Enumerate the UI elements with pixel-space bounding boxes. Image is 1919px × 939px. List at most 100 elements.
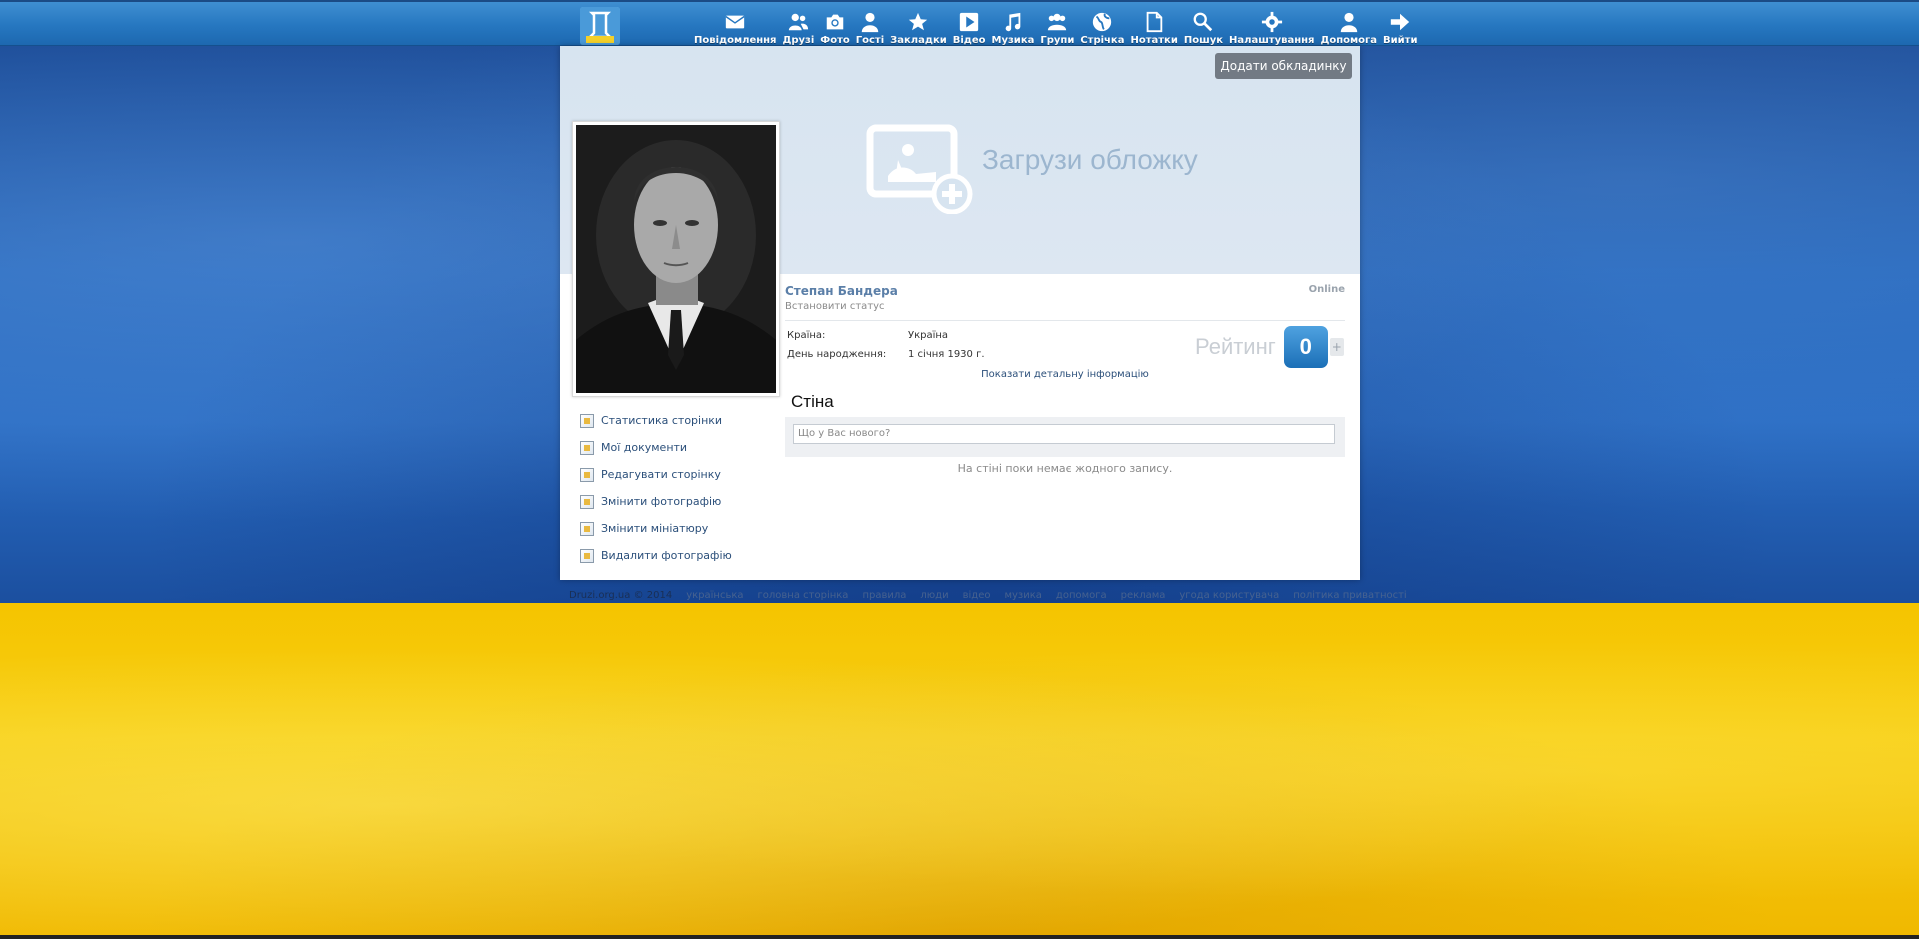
footer-copyright: Druzi.org.ua © 2014: [569, 590, 673, 601]
rating-value-badge[interactable]: 0: [1283, 326, 1328, 368]
divider: [785, 320, 1345, 321]
wall-post-box: Що у Вас нового?: [785, 417, 1345, 457]
nav-bookmarks[interactable]: Закладки: [890, 6, 947, 46]
footer-link-people[interactable]: люди: [920, 590, 948, 601]
search-icon: [1191, 10, 1215, 34]
footer-link-terms[interactable]: угода користувача: [1179, 590, 1279, 601]
wall-post-input[interactable]: Що у Вас нового?: [793, 424, 1335, 444]
profile-photo-frame[interactable]: [572, 121, 780, 397]
nav-messages[interactable]: Повідомлення: [694, 6, 776, 46]
edit-icon: [580, 467, 594, 482]
footer-link-language[interactable]: українська: [686, 590, 743, 601]
image-upload-icon[interactable]: [866, 124, 976, 214]
music-icon: [1001, 10, 1025, 34]
side-item-change-photo[interactable]: Змінити фотографію: [580, 488, 770, 515]
profile-side-menu: Статистика сторінки Мої документи Редагу…: [580, 407, 770, 569]
nav-music[interactable]: Музика: [991, 6, 1035, 46]
camera-icon: [823, 10, 847, 34]
nav-friends-label: Друзі: [782, 35, 815, 46]
side-item-change-thumbnail[interactable]: Змінити мініатюру: [580, 515, 770, 542]
country-label: Країна:: [787, 330, 826, 341]
side-item-edit-page[interactable]: Редагувати сторінку: [580, 461, 770, 488]
change-photo-icon: [580, 494, 594, 509]
nav-logout-label: Вийти: [1383, 35, 1418, 46]
help-icon: [1337, 10, 1361, 34]
wall-empty-message: На стіні поки немає жодного запису.: [957, 462, 1173, 475]
groups-icon: [1045, 10, 1069, 34]
side-item-label: Редагувати сторінку: [601, 468, 721, 481]
birthday-label: День народження:: [787, 349, 887, 360]
play-icon: [957, 10, 981, 34]
nav-groups[interactable]: Групи: [1040, 6, 1074, 46]
nav-feed-label: Стрічка: [1080, 35, 1125, 46]
info-row-birthday: День народження: 1 січня 1930 г.: [787, 349, 985, 368]
profile-photo[interactable]: [576, 125, 776, 393]
guest-icon: [858, 10, 882, 34]
side-item-label: Видалити фотографію: [601, 549, 732, 562]
nav-photos[interactable]: Фото: [820, 6, 850, 46]
arrow-right-icon: [1388, 10, 1412, 34]
nav-search-label: Пошук: [1183, 35, 1223, 46]
note-icon: [1142, 10, 1166, 34]
wall-title: Стіна: [791, 392, 834, 411]
profile-name[interactable]: Степан Бандера: [785, 284, 898, 298]
rating-label: Рейтинг: [1195, 334, 1276, 359]
nav-notes-label: Нотатки: [1130, 35, 1178, 46]
side-item-delete-photo[interactable]: Видалити фотографію: [580, 542, 770, 569]
footer-link-ads[interactable]: реклама: [1121, 590, 1166, 601]
main-nav: Повідомлення Друзі Фото Гості Закладки В…: [694, 6, 1423, 46]
footer-link-rules[interactable]: правила: [862, 590, 906, 601]
footer-link-video[interactable]: відео: [963, 590, 991, 601]
footer-link-music[interactable]: музика: [1004, 590, 1041, 601]
nav-settings-label: Налаштування: [1229, 35, 1315, 46]
nav-guests-label: Гості: [855, 35, 885, 46]
set-status-link[interactable]: Встановити статус: [785, 301, 885, 312]
logo-icon: [580, 7, 620, 45]
document-icon: [580, 440, 594, 455]
rating-widget: Рейтинг 0 +: [1195, 326, 1344, 368]
gear-icon: [1260, 10, 1284, 34]
nav-search[interactable]: Пошук: [1184, 6, 1223, 46]
site-logo[interactable]: [580, 7, 620, 45]
birthday-value[interactable]: 1 січня 1930 г.: [908, 349, 985, 368]
online-indicator: Online: [1308, 284, 1345, 295]
nav-bookmarks-label: Закладки: [890, 35, 947, 46]
info-row-country: Країна: Україна: [787, 330, 985, 349]
nav-video[interactable]: Відео: [953, 6, 986, 46]
footer-link-privacy[interactable]: політика приватності: [1293, 590, 1407, 601]
side-item-label: Мої документи: [601, 441, 688, 454]
nav-notes[interactable]: Нотатки: [1130, 6, 1178, 46]
nav-help[interactable]: Допомога: [1320, 6, 1377, 46]
side-item-label: Змінити фотографію: [601, 495, 722, 508]
nav-video-label: Відео: [952, 35, 986, 46]
nav-help-label: Допомога: [1320, 35, 1378, 46]
add-cover-button[interactable]: Додати обкладинку: [1215, 53, 1352, 79]
nav-guests[interactable]: Гості: [856, 6, 884, 46]
side-item-page-stats[interactable]: Статистика сторінки: [580, 407, 770, 434]
side-item-label: Змінити мініатюру: [601, 522, 709, 535]
profile-info-table: Країна: Україна День народження: 1 січня…: [787, 330, 985, 368]
nav-settings[interactable]: Налаштування: [1229, 6, 1314, 46]
nav-feed[interactable]: Стрічка: [1080, 6, 1124, 46]
globe-icon: [1090, 10, 1114, 34]
nav-logout[interactable]: Вийти: [1383, 6, 1417, 46]
thumbnail-icon: [580, 521, 594, 536]
footer-link-help[interactable]: допомога: [1056, 590, 1107, 601]
stats-icon: [580, 413, 594, 428]
nav-messages-label: Повідомлення: [694, 35, 777, 46]
footer: Druzi.org.ua © 2014 українська головна с…: [569, 590, 1421, 601]
show-details-link[interactable]: Показати детальну інформацію: [785, 369, 1345, 380]
side-item-my-documents[interactable]: Мої документи: [580, 434, 770, 461]
bottom-border: [0, 935, 1919, 939]
rating-plus-button[interactable]: +: [1329, 338, 1344, 356]
profile-panel: Додати обкладинку Загрузи обложку Статис…: [560, 46, 1360, 580]
friends-icon: [786, 10, 810, 34]
nav-music-label: Музика: [991, 35, 1035, 46]
delete-photo-icon: [580, 548, 594, 563]
portrait-image: [576, 125, 776, 393]
footer-link-home[interactable]: головна сторінка: [758, 590, 849, 601]
country-value[interactable]: Україна: [908, 330, 948, 349]
star-icon: [906, 10, 930, 34]
nav-friends[interactable]: Друзі: [782, 6, 814, 46]
cover-upload-text[interactable]: Загрузи обложку: [982, 144, 1198, 176]
